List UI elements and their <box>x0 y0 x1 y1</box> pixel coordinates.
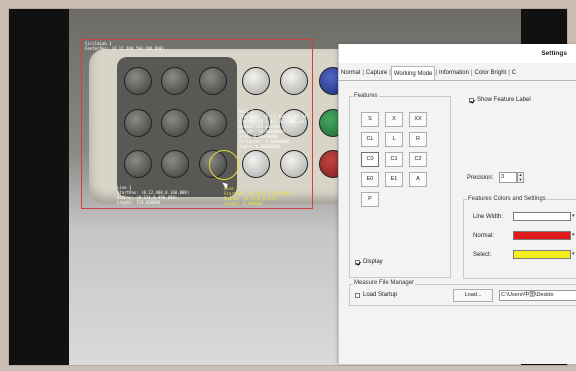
feature-key-c0[interactable]: C0 <box>361 152 379 167</box>
feature-key-e0[interactable]: E0 <box>361 172 379 187</box>
settings-dialog: Settings Normal | Capture | Working Mode… <box>338 44 576 364</box>
precision-input[interactable]: 3 <box>499 172 517 183</box>
show-feature-label-checkbox[interactable] <box>469 98 474 103</box>
measure-file-group-label: Measure File Manager <box>353 280 416 286</box>
feature-key-e1[interactable]: E1 <box>385 172 403 187</box>
feature-key-c1[interactable]: C1 <box>385 152 403 167</box>
tab-working-mode[interactable]: Working Mode <box>390 66 436 80</box>
feature-key-cl[interactable]: CL <box>361 132 379 147</box>
left-letterbox <box>9 9 69 365</box>
feature-key-p[interactable]: P <box>361 192 379 207</box>
feature-key-a[interactable]: A <box>409 172 427 187</box>
chevron-down-icon[interactable]: ▾ <box>572 212 575 221</box>
feature-key-xx[interactable]: XX <box>409 112 427 127</box>
tab-normal[interactable]: Normal <box>339 66 362 80</box>
measure-circle-annotation[interactable] <box>209 150 239 180</box>
select-color-dropdown[interactable] <box>513 250 571 259</box>
select-color-label: Select: <box>473 252 492 258</box>
normal-color-dropdown[interactable] <box>513 231 571 240</box>
overlay-circle-info: CircleLab 1 CenterPos: (0.12,400,500,400… <box>85 41 165 51</box>
colors-group-label: Features Colors and Settings <box>467 196 547 202</box>
spin-down-icon[interactable]: ▼ <box>518 177 523 183</box>
line-width-label: Line Width: <box>473 214 504 220</box>
tab-more[interactable]: C <box>510 66 518 80</box>
chevron-down-icon[interactable]: ▾ <box>572 250 575 259</box>
load-startup-label: Load Startup <box>363 292 398 298</box>
feature-key-s[interactable]: S <box>361 112 379 127</box>
dialog-title: Settings <box>339 44 576 63</box>
load-startup-checkbox[interactable] <box>355 293 360 298</box>
display-checkbox[interactable] <box>355 260 360 265</box>
feature-key-r[interactable]: R <box>409 132 427 147</box>
overlay-rect-info: Rect 1 StartPos: (0.13,450,0.145,54) End… <box>239 109 309 149</box>
path-input[interactable]: C:\Users\中国\Deskto <box>499 290 576 301</box>
tab-information[interactable]: Information <box>437 66 471 80</box>
show-feature-label-text: Show Feature Label <box>477 97 531 103</box>
normal-color-label: Normal: <box>473 233 495 239</box>
settings-tabs: Normal | Capture | Working Mode | Inform… <box>339 66 576 81</box>
precision-label: Precision: <box>467 175 494 181</box>
overlay-line2-info: Line 2 StartPos: (0.16,0,1,100,888) EndP… <box>224 186 292 206</box>
precision-spinner[interactable]: ▲ ▼ <box>517 172 524 183</box>
app-window: CircleLab 1 CenterPos: (0.12,400,500,400… <box>0 0 576 371</box>
features-group-label: Features <box>353 93 379 99</box>
feature-key-x[interactable]: X <box>385 112 403 127</box>
feature-key-c2[interactable]: C2 <box>409 152 427 167</box>
tab-capture[interactable]: Capture <box>364 66 389 80</box>
chevron-down-icon[interactable]: ▾ <box>572 231 575 240</box>
line-width-dropdown[interactable] <box>513 212 571 221</box>
display-label: Display <box>363 259 383 265</box>
feature-key-l[interactable]: L <box>385 132 403 147</box>
overlay-line1-info: Line 1 StartPos: (0.12,400,0.160,888) En… <box>117 185 190 205</box>
load-button[interactable]: Load... <box>453 289 493 302</box>
tab-color-bright[interactable]: Color Bright <box>473 66 509 80</box>
